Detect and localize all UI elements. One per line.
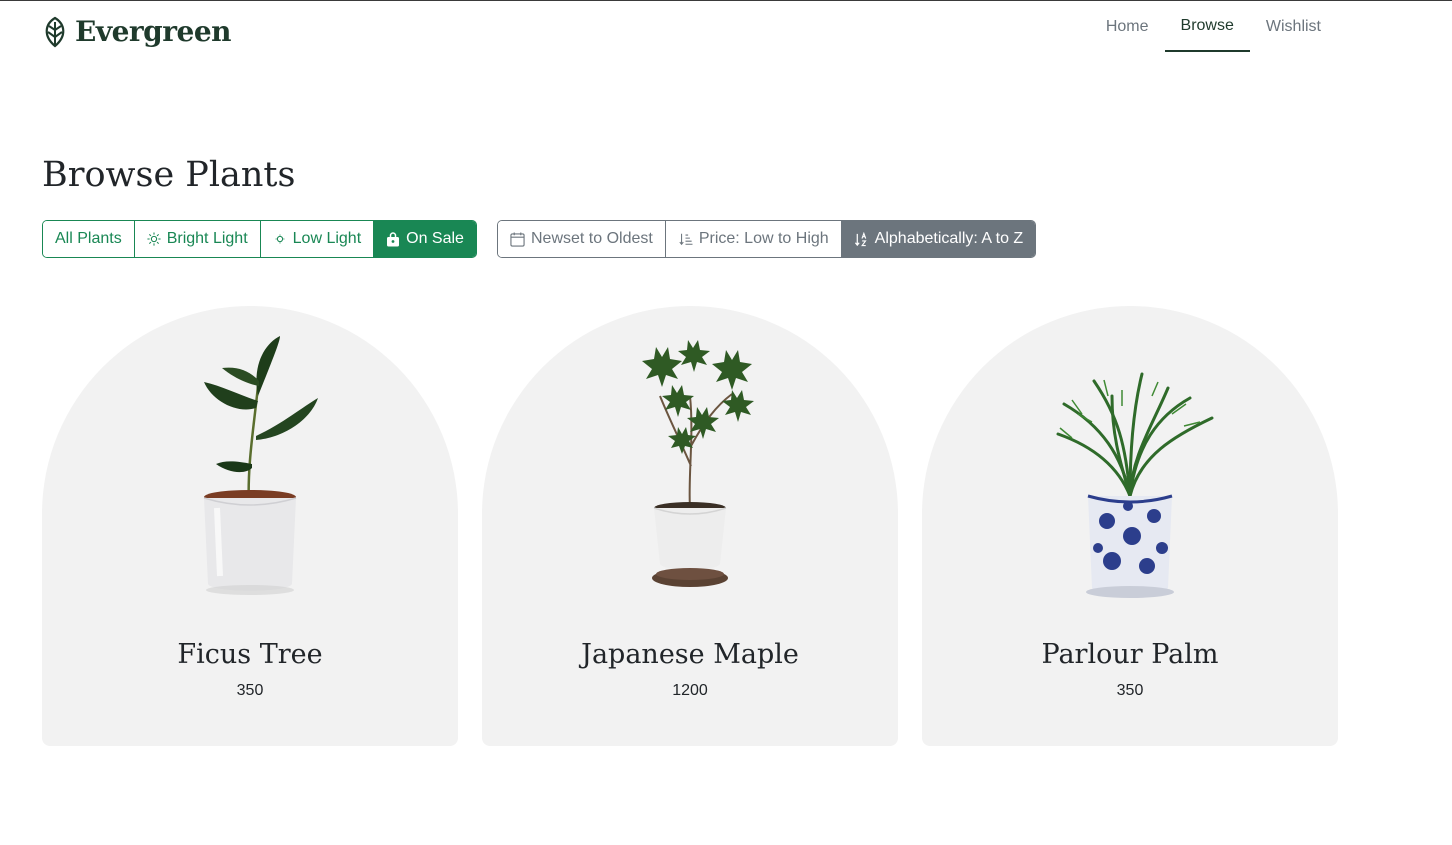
product-name[interactable]: Japanese Maple: [482, 639, 898, 670]
product-name[interactable]: Parlour Palm: [922, 639, 1338, 670]
bag-icon: [386, 231, 400, 247]
filter-group: All Plants Bright Light Low Light On Sal…: [42, 220, 477, 258]
sort-newest-label: Newset to Oldest: [531, 230, 653, 247]
filter-low-light-button[interactable]: Low Light: [259, 221, 374, 257]
filter-on-sale-button[interactable]: On Sale: [373, 221, 476, 257]
parlour-palm-image: [1056, 372, 1214, 598]
japanese-maple-image: [642, 340, 754, 587]
filter-all-plants-label: All Plants: [55, 230, 122, 247]
sort-price-button[interactable]: Price: Low to High: [664, 221, 841, 257]
filter-bright-light-label: Bright Light: [166, 230, 248, 247]
sort-price-label: Price: Low to High: [698, 230, 829, 247]
dim-sun-icon: [273, 232, 287, 246]
product-price: 350: [236, 682, 264, 699]
top-nav: Home Browse Wishlist: [1090, 1, 1337, 52]
filter-on-sale-label: On Sale: [406, 230, 464, 247]
sort-ascending-icon: [678, 232, 693, 246]
sort-alpha-icon: [854, 231, 869, 247]
ficus-tree-image: [203, 336, 318, 595]
nav-wishlist[interactable]: Wishlist: [1250, 1, 1337, 52]
calendar-icon: [510, 231, 525, 247]
sort-newest-button[interactable]: Newset to Oldest: [498, 221, 665, 257]
brand-logo[interactable]: Evergreen: [41, 15, 232, 48]
leaf-logo-icon: [45, 16, 65, 47]
nav-home[interactable]: Home: [1090, 1, 1165, 52]
filter-all-plants-button[interactable]: All Plants: [43, 221, 134, 257]
product-price: 350: [1116, 682, 1144, 699]
product-card[interactable]: Japanese Maple 1200: [482, 306, 898, 746]
filter-low-light-label: Low Light: [292, 230, 362, 247]
product-card[interactable]: Ficus Tree 350: [42, 306, 458, 746]
brand-name: Evergreen: [75, 15, 232, 48]
page-title: Browse Plants: [42, 155, 296, 195]
nav-browse[interactable]: Browse: [1164, 1, 1250, 52]
product-card[interactable]: Parlour Palm 350: [922, 306, 1338, 746]
sun-icon: [147, 232, 161, 246]
filter-bright-light-button[interactable]: Bright Light: [133, 221, 260, 257]
sort-alpha-button[interactable]: Alphabetically: A to Z: [840, 221, 1036, 257]
sort-group: Newset to Oldest Price: Low to High Alph…: [497, 220, 1037, 258]
product-name[interactable]: Ficus Tree: [42, 639, 458, 670]
sort-alpha-label: Alphabetically: A to Z: [874, 230, 1024, 247]
product-price: 1200: [672, 682, 708, 699]
